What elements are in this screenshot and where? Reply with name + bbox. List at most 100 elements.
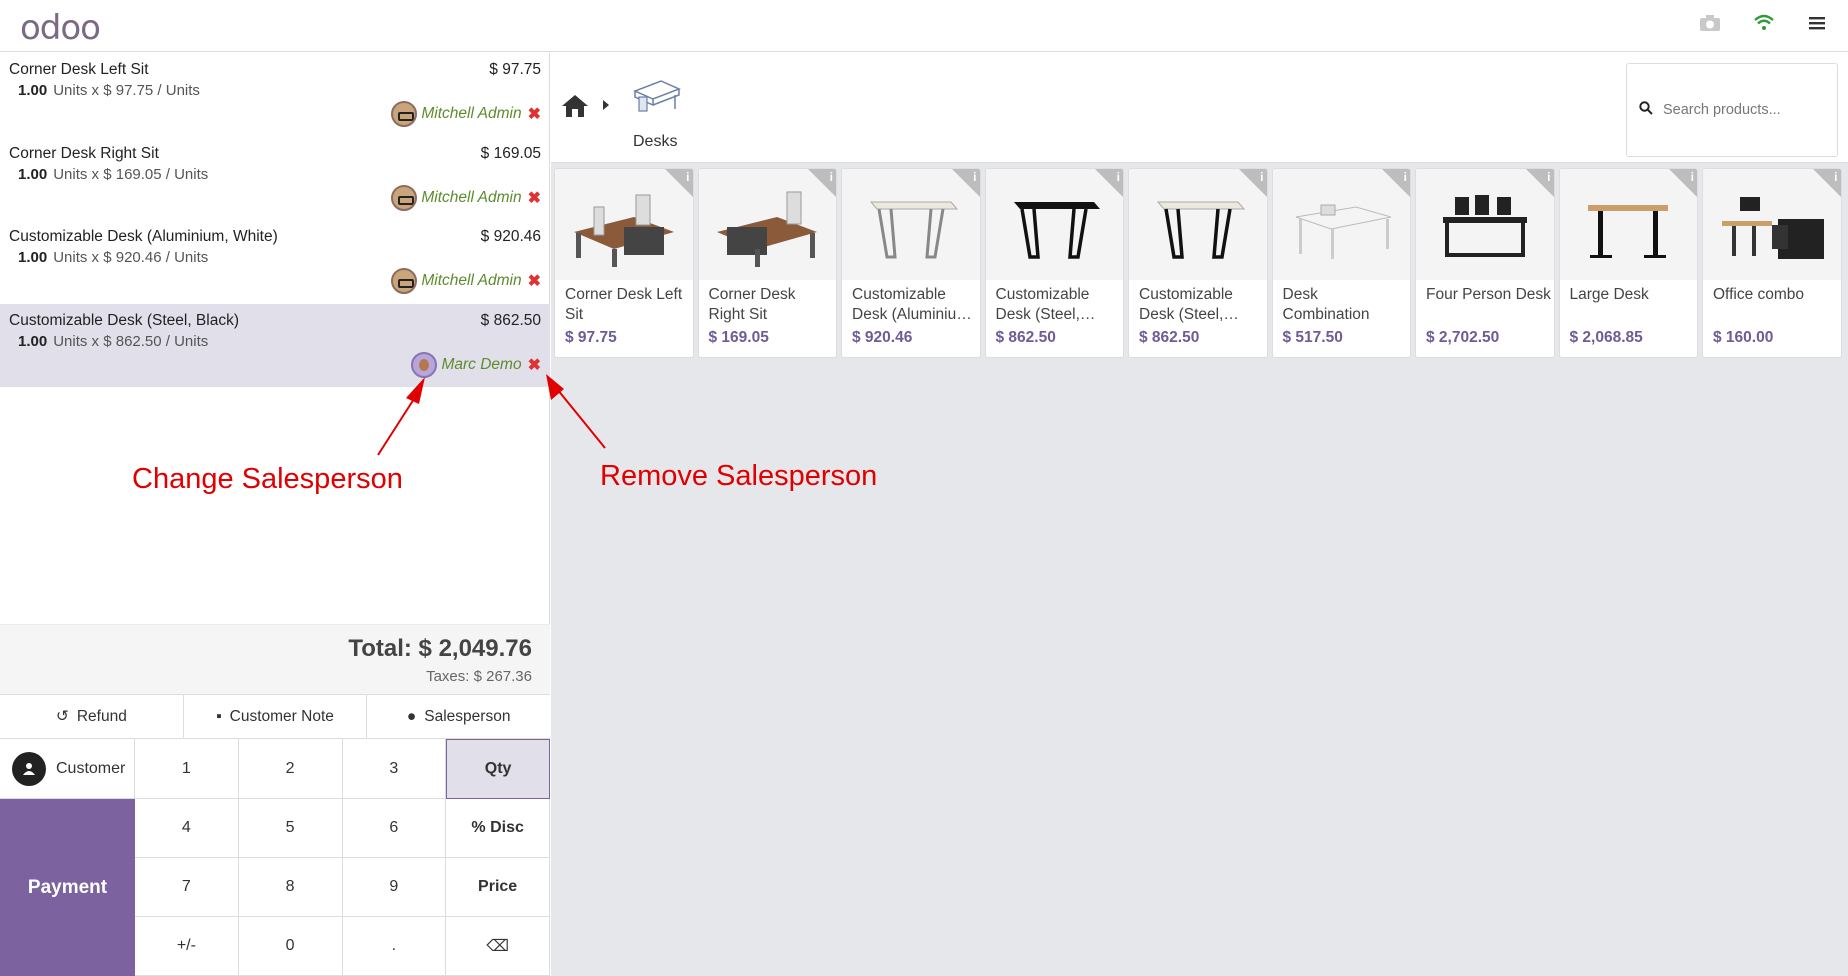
remove-salesperson-icon[interactable]: ✖ <box>528 355 541 375</box>
numpad-key-7[interactable]: 7 <box>135 858 239 917</box>
product-price: $ 2,068.85 <box>1569 329 1643 346</box>
salesperson-avatar[interactable] <box>391 268 418 294</box>
order-taxes: Taxes: $ 267.36 <box>426 668 532 685</box>
salesperson-name[interactable]: Mitchell Admin <box>421 189 521 207</box>
product-name: Customizable Desk (Steel,… <box>1139 286 1239 323</box>
numpad-mode-disc[interactable]: % Disc <box>446 799 550 858</box>
product-screen: Desks Search products... i Corner Desk L… <box>551 53 1848 976</box>
product-price: $ 920.46 <box>852 329 913 346</box>
top-bar: odoo <box>0 0 1848 52</box>
orderline-price: $ 920.46 <box>480 228 541 245</box>
orderline-unit: Units x $ 97.75 / Units <box>53 82 200 99</box>
order-line[interactable]: Corner Desk Right Sit $ 169.05 1.00 Units… <box>0 137 550 221</box>
numpad-key-2[interactable]: 2 <box>238 739 343 799</box>
salesperson-name[interactable]: Mitchell Admin <box>421 105 521 123</box>
product-card[interactable]: i Customizable Desk (Steel,… $ 862.50 <box>1128 168 1268 358</box>
search-input[interactable]: Search products... <box>1663 102 1781 118</box>
home-icon[interactable] <box>561 93 589 125</box>
orderline-price: $ 169.05 <box>480 144 541 162</box>
product-name: Customizable Desk (Aluminiu… <box>852 286 972 323</box>
salesperson-tag: Mitchell Admin ✖ <box>391 268 541 294</box>
numpad-key-6[interactable]: 6 <box>342 799 447 858</box>
search-icon <box>1639 101 1653 119</box>
product-card[interactable]: i Customizable Desk (Steel,… $ 862.50 <box>984 168 1124 358</box>
product-price: $ 862.50 <box>1139 329 1200 346</box>
desk-category-icon[interactable] <box>631 73 681 117</box>
payment-button[interactable]: Payment <box>0 799 135 976</box>
product-name: Office combo <box>1713 286 1805 303</box>
order-total: Total: $ 2,049.76 <box>348 635 532 662</box>
orderline-price: $ 862.50 <box>480 311 541 329</box>
remove-salesperson-icon[interactable]: ✖ <box>528 188 541 208</box>
customer-note-button[interactable]: ▪ Customer Note <box>183 695 368 738</box>
control-buttons: ↺ Refund ▪ Customer Note ● Salesperson <box>0 694 551 739</box>
info-icon[interactable]: i <box>686 170 689 184</box>
numpad-key-1[interactable]: 1 <box>135 739 239 799</box>
orderline-name: Customizable Desk (Steel, Black) <box>9 311 239 329</box>
numpad-key-4[interactable]: 4 <box>135 799 239 858</box>
orderline-unit: Units x $ 862.50 / Units <box>53 332 209 350</box>
product-card[interactable]: i Office combo $ 160.00 <box>1702 168 1842 358</box>
info-icon[interactable]: i <box>830 170 833 184</box>
odoo-logo: odoo <box>20 8 101 48</box>
remove-salesperson-icon[interactable]: ✖ <box>528 104 541 124</box>
camera-icon[interactable] <box>1698 14 1722 36</box>
numpad-key-dot[interactable]: . <box>342 917 447 976</box>
product-price: $ 2,702.50 <box>1426 329 1500 346</box>
info-icon[interactable]: i <box>1260 170 1263 184</box>
order-line[interactable]: Customizable Desk (Aluminium, White) $ 9… <box>0 220 550 304</box>
salesperson-avatar[interactable] <box>411 351 438 378</box>
orderline-name: Corner Desk Right Sit <box>9 144 159 162</box>
numpad-key-9[interactable]: 9 <box>342 858 447 917</box>
menu-icon[interactable] <box>1806 14 1830 36</box>
numpad-key-plusminus[interactable]: +/- <box>135 917 239 976</box>
order-line[interactable]: Corner Desk Left Sit $ 97.75 1.00 Units x… <box>0 53 550 137</box>
product-card[interactable]: i Corner Desk Left Sit $ 97.75 <box>554 168 694 358</box>
search-box[interactable]: Search products... <box>1626 63 1838 157</box>
info-icon[interactable]: i <box>1547 170 1550 184</box>
customer-button[interactable]: Customer <box>0 739 135 799</box>
category-label[interactable]: Desks <box>633 133 677 151</box>
product-card[interactable]: i Large Desk $ 2,068.85 <box>1558 168 1698 358</box>
orderline-name: Customizable Desk (Aluminium, White) <box>9 228 278 245</box>
product-price: $ 169.05 <box>708 329 769 346</box>
numpad-key-0[interactable]: 0 <box>238 917 343 976</box>
product-card[interactable]: i Corner Desk Right Sit $ 169.05 <box>697 168 837 358</box>
numpad-mode-qty[interactable]: Qty <box>446 739 550 799</box>
orderline-qty-info: 1.00 Units x $ 862.50 / Units <box>18 333 541 350</box>
salesperson-button[interactable]: ● Salesperson <box>367 695 551 738</box>
orderline-qty: 1.00 <box>18 249 48 266</box>
numpad-key-8[interactable]: 8 <box>238 858 343 917</box>
order-totals: Total: $ 2,049.76 Taxes: $ 267.36 <box>0 624 550 694</box>
info-icon[interactable]: i <box>1691 170 1694 184</box>
backspace-icon[interactable]: ⌫ <box>446 917 550 976</box>
info-icon[interactable]: i <box>1404 170 1407 184</box>
note-icon: ▪ <box>216 707 222 725</box>
wifi-icon[interactable] <box>1752 14 1776 36</box>
refund-icon: ↺ <box>55 708 69 725</box>
info-icon[interactable]: i <box>1834 170 1837 184</box>
numpad-key-3[interactable]: 3 <box>342 739 447 799</box>
refund-button[interactable]: ↺ Refund <box>0 695 184 738</box>
customer-icon <box>12 751 46 786</box>
top-icons <box>1698 14 1830 36</box>
salesperson-name[interactable]: Mitchell Admin <box>421 272 521 290</box>
product-name: Corner Desk Right Sit <box>708 286 796 323</box>
product-card[interactable]: i Four Person Desk $ 2,702.50 <box>1415 168 1555 358</box>
salesperson-avatar[interactable] <box>391 184 418 211</box>
orderline-qty: 1.00 <box>18 332 48 350</box>
product-card[interactable]: i Customizable Desk (Aluminiu… $ 920.46 <box>841 168 981 358</box>
numpad-key-5[interactable]: 5 <box>238 799 343 858</box>
info-icon[interactable]: i <box>973 170 976 184</box>
salesperson-tag: Mitchell Admin ✖ <box>391 101 541 127</box>
product-card[interactable]: i Desk Combination $ 517.50 <box>1271 168 1411 358</box>
salesperson-name[interactable]: Marc Demo <box>441 356 521 374</box>
orderline-qty: 1.00 <box>18 82 48 99</box>
salesperson-avatar[interactable] <box>391 101 418 127</box>
order-line-selected[interactable]: Customizable Desk (Steel, Black) $ 862.5… <box>0 303 550 387</box>
salesperson-tag: Mitchell Admin ✖ <box>391 184 541 211</box>
remove-salesperson-icon[interactable]: ✖ <box>528 271 541 291</box>
numpad: 1 2 3 Qty 4 5 6 % Disc 7 8 9 Price +/- 0… <box>135 739 550 976</box>
info-icon[interactable]: i <box>1117 170 1120 184</box>
numpad-mode-price[interactable]: Price <box>446 858 550 917</box>
